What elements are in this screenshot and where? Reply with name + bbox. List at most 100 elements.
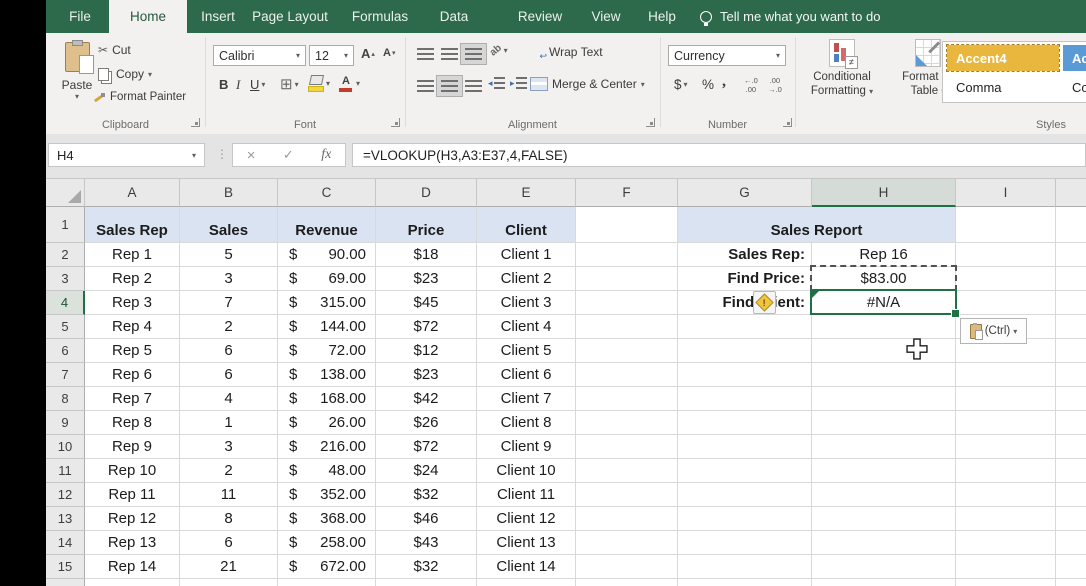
cell-H2[interactable]: Rep 16 [812, 243, 956, 267]
font-size-combo[interactable]: 12 ▾ [309, 45, 354, 66]
cell-B7[interactable]: 6 [180, 363, 278, 387]
cell-B2[interactable]: 5 [180, 243, 278, 267]
italic-button[interactable]: I [236, 77, 240, 93]
accounting-format-button[interactable]: $ ▾ [674, 77, 688, 92]
cell-B15[interactable]: 21 [180, 555, 278, 579]
format-painter-button[interactable]: Format Painter [94, 91, 186, 103]
cell-E6[interactable]: Client 5 [477, 339, 576, 363]
cell-J1[interactable] [1056, 207, 1086, 243]
percent-style-button[interactable]: % [702, 77, 714, 92]
font-dialog-launcher-icon[interactable] [391, 118, 400, 127]
font-family-combo[interactable]: Calibri ▾ [213, 45, 306, 66]
tab-data[interactable]: Data [440, 0, 469, 33]
dropdown-icon[interactable]: ▾ [75, 92, 79, 101]
decrease-indent-button[interactable]: ◂ [488, 77, 505, 89]
cell-B12[interactable]: 11 [180, 483, 278, 507]
cell-H5[interactable] [812, 315, 956, 339]
font-color-button[interactable]: A ▾ [338, 75, 360, 92]
row-header-9[interactable]: 9 [46, 411, 85, 435]
dropdown-icon[interactable]: ▾ [344, 51, 348, 60]
cell-C6[interactable]: $72.00 [278, 339, 376, 363]
cell-F6[interactable] [576, 339, 678, 363]
cell-E10[interactable]: Client 9 [477, 435, 576, 459]
tab-page-layout[interactable]: Page Layout [252, 0, 328, 33]
paste-button[interactable]: Paste ▾ [54, 39, 100, 131]
cell-A15[interactable]: Rep 14 [85, 555, 180, 579]
dropdown-icon[interactable]: ▾ [684, 80, 688, 89]
cell-E12[interactable]: Client 11 [477, 483, 576, 507]
cell-D10[interactable]: $72 [376, 435, 477, 459]
cell-H14[interactable] [812, 531, 956, 555]
cell-D5[interactable]: $72 [376, 315, 477, 339]
cell-I4[interactable] [956, 291, 1056, 315]
cell-H12[interactable] [812, 483, 956, 507]
cell-J7[interactable] [1056, 363, 1086, 387]
cell-G10[interactable] [678, 435, 812, 459]
decrease-font-size-button[interactable]: A ▾ [383, 47, 395, 59]
cell-A2[interactable]: Rep 1 [85, 243, 180, 267]
cell-B9[interactable]: 1 [180, 411, 278, 435]
cell-B3[interactable]: 3 [180, 267, 278, 291]
cell-I15[interactable] [956, 555, 1056, 579]
cell-G16[interactable] [678, 579, 812, 586]
cell-G15[interactable] [678, 555, 812, 579]
underline-button[interactable]: U ▾ [250, 77, 265, 92]
insert-function-icon[interactable]: fx [321, 147, 331, 163]
cell-D1[interactable]: Price [376, 207, 477, 243]
cell-J15[interactable] [1056, 555, 1086, 579]
cell-C2[interactable]: $90.00 [278, 243, 376, 267]
tab-formulas[interactable]: Formulas [352, 0, 408, 33]
dropdown-icon[interactable]: ▾ [776, 51, 780, 60]
cell-J4[interactable] [1056, 291, 1086, 315]
cell-J9[interactable] [1056, 411, 1086, 435]
column-header-I[interactable]: I [956, 179, 1056, 207]
cell-H11[interactable] [812, 459, 956, 483]
cell-G1-H1-merged[interactable]: Sales Report [678, 207, 956, 243]
cell-F2[interactable] [576, 243, 678, 267]
column-header-F[interactable]: F [576, 179, 678, 207]
cell-D14[interactable]: $43 [376, 531, 477, 555]
cell-E8[interactable]: Client 7 [477, 387, 576, 411]
cell-E15[interactable]: Client 14 [477, 555, 576, 579]
cell-H8[interactable] [812, 387, 956, 411]
orientation-button[interactable]: ab ▾ [490, 45, 508, 56]
bold-button[interactable]: B [219, 77, 228, 92]
cell-I16[interactable] [956, 579, 1056, 586]
number-dialog-launcher-icon[interactable] [783, 118, 792, 127]
cell-D11[interactable]: $24 [376, 459, 477, 483]
cell-F13[interactable] [576, 507, 678, 531]
align-left-button[interactable] [412, 75, 439, 97]
column-header-B[interactable]: B [180, 179, 278, 207]
cell-J12[interactable] [1056, 483, 1086, 507]
cut-button[interactable]: ✂ Cut [98, 43, 131, 57]
cell-J10[interactable] [1056, 435, 1086, 459]
column-header-A[interactable]: A [85, 179, 180, 207]
cell-I11[interactable] [956, 459, 1056, 483]
cell-I8[interactable] [956, 387, 1056, 411]
row-header-7[interactable]: 7 [46, 363, 85, 387]
cell-J13[interactable] [1056, 507, 1086, 531]
cell-F11[interactable] [576, 459, 678, 483]
cell-C14[interactable]: $258.00 [278, 531, 376, 555]
style-chip-comma[interactable]: Comma [947, 74, 1059, 100]
cell-A1[interactable]: Sales Rep [85, 207, 180, 243]
column-header-H[interactable]: H [812, 179, 956, 207]
align-right-button[interactable] [460, 75, 487, 97]
name-box[interactable]: H4 ▾ [48, 143, 205, 167]
tab-insert[interactable]: Insert [201, 0, 235, 33]
cell-A14[interactable]: Rep 13 [85, 531, 180, 555]
row-header-11[interactable]: 11 [46, 459, 85, 483]
cell-C12[interactable]: $352.00 [278, 483, 376, 507]
cell-F10[interactable] [576, 435, 678, 459]
row-header-8[interactable]: 8 [46, 387, 85, 411]
cell-A7[interactable]: Rep 6 [85, 363, 180, 387]
dropdown-icon[interactable]: ▾ [326, 79, 330, 88]
cell-G7[interactable] [678, 363, 812, 387]
row-header-6[interactable]: 6 [46, 339, 85, 363]
row-header-2[interactable]: 2 [46, 243, 85, 267]
cell-B14[interactable]: 6 [180, 531, 278, 555]
enter-icon[interactable]: ✓ [283, 147, 294, 163]
number-format-combo[interactable]: Currency ▾ [668, 45, 786, 66]
cell-H15[interactable] [812, 555, 956, 579]
wrap-text-button[interactable]: ↩ Wrap Text [530, 45, 603, 59]
